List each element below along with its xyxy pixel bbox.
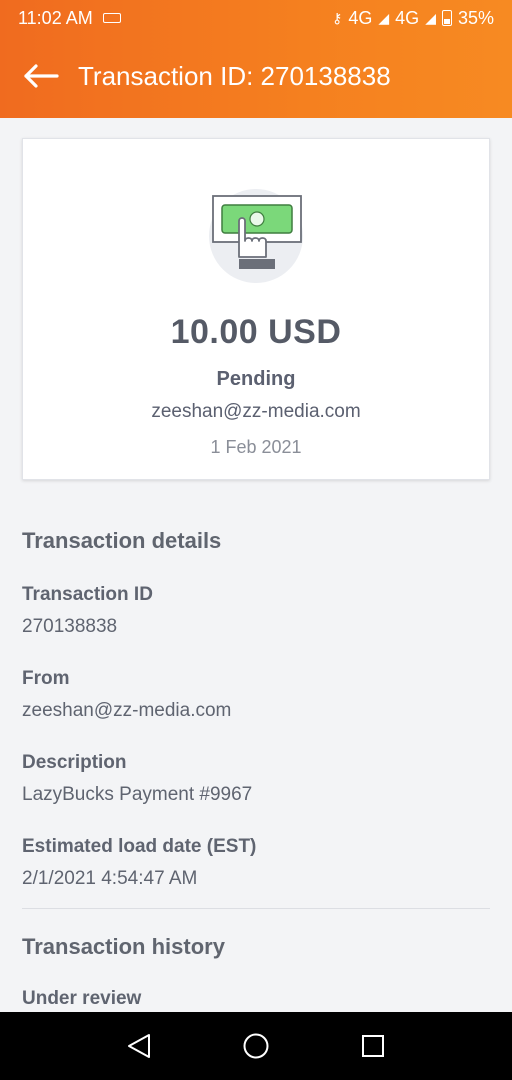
key-icon: ⚷ (332, 9, 343, 26)
square-recents-icon (362, 1035, 385, 1057)
system-nav-bar (0, 1012, 512, 1080)
history-item-label: Under review (22, 988, 142, 1009)
circle-home-icon (243, 1033, 269, 1059)
network-label-1: 4G (348, 7, 373, 28)
detail-field-transaction-id: Transaction ID 270138838 (22, 584, 490, 638)
detail-field-from: From zeeshan@zz-media.com (22, 668, 490, 722)
field-label: Estimated load date (EST) (22, 836, 257, 857)
app-header: 11:02 AM ⚷ 4G ◢ 4G ◢ 35% Transaction ID:… (0, 0, 512, 118)
field-value: zeeshan@zz-media.com (22, 700, 232, 721)
nav-home-button[interactable] (236, 1026, 276, 1066)
nav-back-button[interactable] (119, 1026, 159, 1066)
section-divider (22, 908, 490, 909)
transaction-date: 1 Feb 2021 (210, 437, 302, 457)
status-time: 11:02 AM (18, 7, 93, 28)
payment-illustration (209, 189, 303, 283)
field-label: Transaction ID (22, 584, 153, 605)
status-bar: 11:02 AM ⚷ 4G ◢ 4G ◢ 35% (0, 0, 512, 36)
sender-email: zeeshan@zz-media.com (151, 401, 361, 422)
signal-icon-2: ◢ (425, 9, 436, 26)
field-label: Description (22, 752, 127, 773)
details-section-title: Transaction details (22, 528, 222, 553)
field-value: 270138838 (22, 616, 118, 637)
field-label: From (22, 668, 70, 689)
transaction-details-section: Transaction details Transaction ID 27013… (22, 528, 490, 890)
arrow-left-icon (24, 64, 59, 88)
field-value: 2/1/2021 4:54:47 AM (22, 868, 198, 889)
signal-icon-1: ◢ (378, 9, 390, 26)
history-section-title: Transaction history (22, 934, 225, 959)
transaction-amount: 10.00 USD (170, 313, 342, 351)
detail-field-description: Description LazyBucks Payment #9967 (22, 752, 490, 806)
triangle-back-icon (127, 1034, 150, 1058)
transaction-summary-card: 10.00 USD Pending zeeshan@zz-media.com 1… (22, 138, 490, 480)
page-title: Transaction ID: 270138838 (78, 60, 391, 91)
detail-field-load-date: Estimated load date (EST) 2/1/2021 4:54:… (22, 836, 490, 890)
battery-percent: 35% (457, 7, 494, 28)
battery-icon (441, 10, 452, 26)
field-value: LazyBucks Payment #9967 (22, 784, 253, 805)
back-button[interactable] (22, 57, 60, 95)
transaction-history-section: Transaction history Under review (22, 934, 490, 1010)
title-bar: Transaction ID: 270138838 (0, 44, 512, 108)
nav-recents-button[interactable] (353, 1026, 393, 1066)
transaction-status: Pending (216, 368, 296, 390)
cash-hand-icon (212, 195, 302, 269)
sim-icon (102, 13, 121, 23)
network-label-2: 4G (395, 7, 420, 28)
